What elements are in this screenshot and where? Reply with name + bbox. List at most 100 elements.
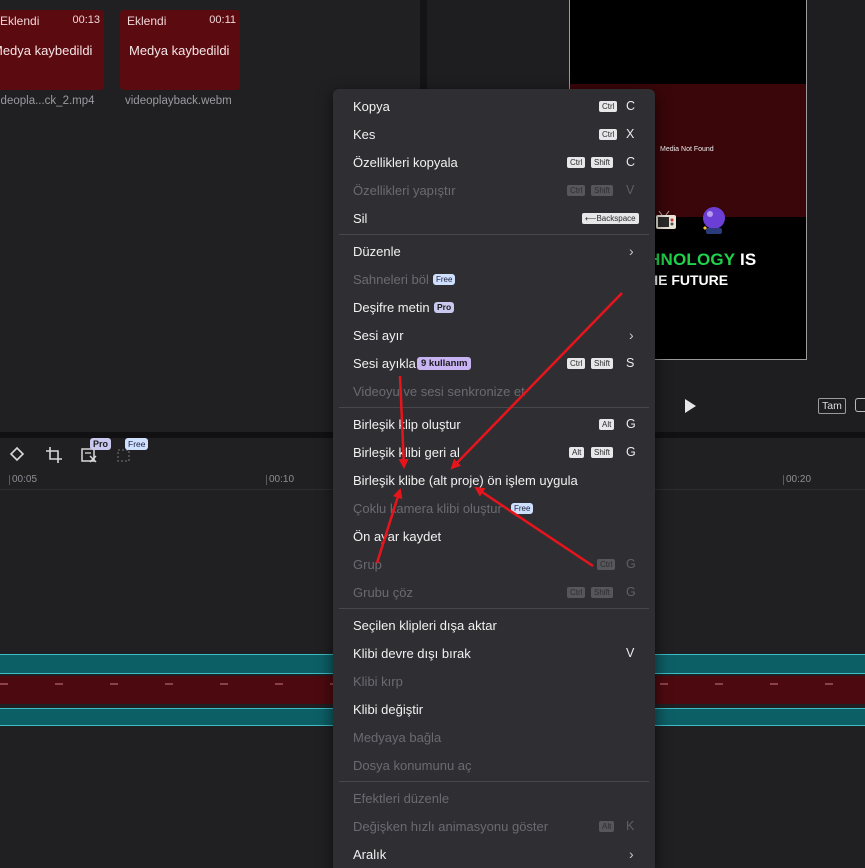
free-badge: Free xyxy=(433,274,456,285)
chevron-right-icon: › xyxy=(629,327,634,343)
shortcut-key: ⟵Backspace xyxy=(582,213,639,224)
free-badge: Free xyxy=(511,503,534,514)
play-icon[interactable] xyxy=(683,398,697,414)
ruler-tick: 00:10 xyxy=(265,474,295,485)
shortcut-letter: K xyxy=(626,819,635,833)
shortcut-key: Ctrl xyxy=(599,101,618,112)
shortcut-key: Ctrl xyxy=(599,129,618,140)
menu-item-label: Özellikleri kopyala xyxy=(353,155,458,170)
menu-item-preprocess-compound-clip[interactable]: Birleşik klibe (alt proje) ön işlem uygu… xyxy=(333,467,655,495)
headline-line-2: HE FUTURE xyxy=(648,272,729,288)
media-card-1[interactable]: Eklendi 00:13 Medya kaybedildi xyxy=(0,10,104,90)
menu-item-label: Kes xyxy=(353,127,376,142)
menu-item-label: Sahneleri böl xyxy=(353,272,429,287)
media-duration: 00:13 xyxy=(72,14,100,26)
menu-item-label: Ön ayar kaydet xyxy=(353,529,442,544)
chevron-right-icon: › xyxy=(629,846,634,862)
menu-separator xyxy=(339,234,649,235)
shortcut-key: Alt xyxy=(599,419,615,430)
menu-item-edit-effects: Efektleri düzenle xyxy=(333,785,655,813)
menu-item-label: Özellikleri yapıştır xyxy=(353,183,456,198)
usage-badge: 9 kullanım xyxy=(417,357,472,370)
shortcut-key: Ctrl xyxy=(597,559,616,570)
pro-badge: Pro xyxy=(434,302,455,313)
ruler-tick: 00:05 xyxy=(8,474,38,485)
shortcut-key: Ctrl xyxy=(567,587,586,598)
tv-emoji-icon xyxy=(656,210,676,229)
headline-line-1: HNOLOGY IS xyxy=(648,250,757,269)
shortcut-letter: G xyxy=(626,417,636,431)
media-card-2[interactable]: Eklendi 00:11 Medya kaybedildi xyxy=(120,10,240,90)
menu-item-link-media: Medyaya bağla xyxy=(333,724,655,752)
free-badge: Free xyxy=(125,438,149,450)
menu-item-label: Grup xyxy=(353,557,382,572)
media-status: Medya kaybedildi xyxy=(0,43,93,58)
media-tag: Eklendi xyxy=(0,14,40,28)
fullscreen-icon[interactable] xyxy=(855,398,865,412)
media-status: Medya kaybedildi xyxy=(129,43,230,58)
menu-item-cut[interactable]: Kes Ctrl X xyxy=(333,121,655,149)
menu-item-show-speed-animation: Değişken hızlı animasyonu göster Alt K xyxy=(333,813,655,841)
media-tag: Eklendi xyxy=(127,14,167,28)
menu-item-label: Klibi kırp xyxy=(353,674,403,689)
menu-item-label: Birleşik klip oluştur xyxy=(353,417,461,432)
menu-item-create-compound-clip[interactable]: Birleşik klip oluştur Alt G xyxy=(333,411,655,439)
shortcut-letter: C xyxy=(626,99,636,113)
full-view-button[interactable]: Tam xyxy=(818,398,846,414)
menu-item-create-multicam-clip: Çoklu kamera klibi oluştur Free xyxy=(333,495,655,523)
menu-item-label: Sil xyxy=(353,211,368,226)
rotate-icon[interactable] xyxy=(8,446,26,464)
chevron-right-icon: › xyxy=(629,243,634,259)
shortcut-letter: G xyxy=(626,445,636,459)
menu-item-label: Değişken hızlı animasyonu göster xyxy=(353,819,549,834)
menu-item-paste-attributes: Özellikleri yapıştır Ctrl Shift V xyxy=(333,177,655,205)
menu-item-label: Grubu çöz xyxy=(353,585,413,600)
menu-item-transcribe[interactable]: Deşifre metin Pro xyxy=(333,294,655,322)
menu-item-delete[interactable]: Sil ⟵Backspace xyxy=(333,205,655,233)
menu-item-label: Deşifre metin xyxy=(353,300,430,315)
shortcut-key: Shift xyxy=(591,447,614,458)
menu-item-label: Seçilen klipleri dışa aktar xyxy=(353,618,497,633)
shortcut-letter: C xyxy=(626,155,636,169)
shortcut-key: Shift xyxy=(591,358,614,369)
shortcut-key: Ctrl xyxy=(567,185,586,196)
menu-item-range[interactable]: Aralık › xyxy=(333,841,655,868)
shortcut-letter: V xyxy=(626,646,635,660)
menu-item-disable-clip[interactable]: Klibi devre dışı bırak V xyxy=(333,640,655,668)
shortcut-key: Alt xyxy=(599,821,615,832)
menu-item-sync-audio-video: Videoyu ve sesi senkronize et xyxy=(333,378,655,406)
menu-item-label: Sesi ayır xyxy=(353,328,404,343)
menu-item-separate-audio[interactable]: Sesi ayır › xyxy=(333,322,655,350)
media-not-found-text: Media Not Found xyxy=(660,146,714,153)
menu-item-copy-attributes[interactable]: Özellikleri kopyala Ctrl Shift C xyxy=(333,149,655,177)
shortcut-key: Shift xyxy=(591,157,614,168)
menu-item-label: Çoklu kamera klibi oluştur xyxy=(353,501,502,516)
ruler-tick: 00:20 xyxy=(782,474,812,485)
shortcut-letter: X xyxy=(626,127,635,141)
media-filename: ideopla...ck_2.mp4 xyxy=(0,95,95,107)
menu-item-label: Kopya xyxy=(353,99,390,114)
menu-item-label: Sesi ayıkla xyxy=(353,356,416,371)
menu-item-label: Aralık xyxy=(353,847,387,862)
menu-item-export-clips[interactable]: Seçilen klipleri dışa aktar xyxy=(333,612,655,640)
menu-item-label: Klibi değiştir xyxy=(353,702,424,717)
menu-item-save-preset[interactable]: Ön ayar kaydet xyxy=(333,523,655,551)
shortcut-key: Shift xyxy=(591,587,614,598)
menu-item-copy[interactable]: Kopya Ctrl C xyxy=(333,93,655,121)
menu-item-label: Birleşik klibi geri al xyxy=(353,445,460,460)
menu-item-trim-clip: Klibi kırp xyxy=(333,668,655,696)
shortcut-key: Shift xyxy=(591,185,614,196)
shortcut-letter: G xyxy=(626,557,636,571)
crop-icon[interactable] xyxy=(45,446,63,464)
menu-item-label: Efektleri düzenle xyxy=(353,791,450,806)
menu-item-split-scenes: Sahneleri böl Free xyxy=(333,266,655,294)
menu-item-edit[interactable]: Düzenle › xyxy=(333,238,655,266)
menu-item-extract-audio[interactable]: Sesi ayıkla 9 kullanım Ctrl Shift S xyxy=(333,350,655,378)
context-menu: Kopya Ctrl C Kes Ctrl X Özellikleri kopy… xyxy=(333,89,655,868)
menu-item-replace-clip[interactable]: Klibi değiştir xyxy=(333,696,655,724)
menu-item-group: Grup Ctrl G xyxy=(333,551,655,579)
menu-item-open-file-location: Dosya konumunu aç xyxy=(333,752,655,780)
menu-item-undo-compound-clip[interactable]: Birleşik klibi geri al Alt Shift G xyxy=(333,439,655,467)
media-duration: 00:11 xyxy=(209,14,236,26)
menu-separator xyxy=(339,407,649,408)
